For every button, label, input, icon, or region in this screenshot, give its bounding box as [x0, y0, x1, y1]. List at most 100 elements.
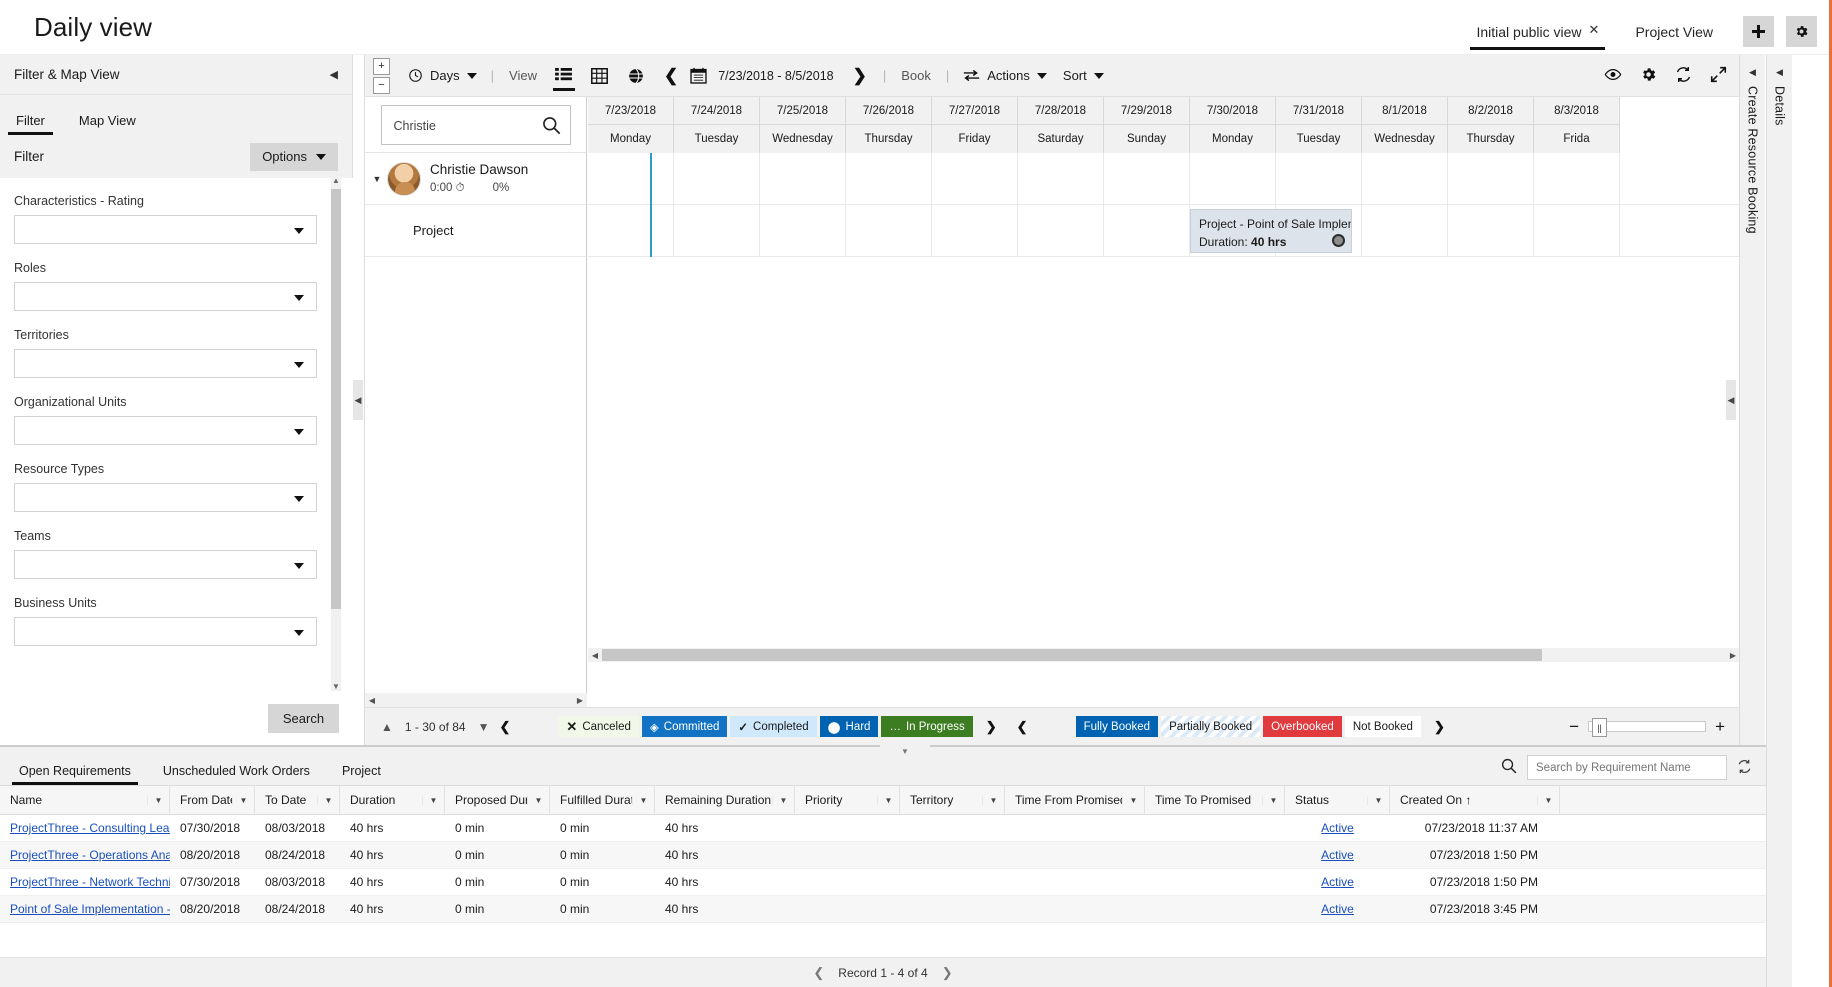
eye-icon[interactable] — [1604, 68, 1622, 84]
status-badge[interactable]: Active — [1321, 848, 1354, 862]
column-header-status[interactable]: Status▼ — [1285, 786, 1390, 814]
column-header-territory[interactable]: Territory▼ — [900, 786, 1005, 814]
status-badge[interactable]: Active — [1321, 875, 1354, 889]
timeline-cell[interactable] — [1362, 205, 1448, 256]
create-resource-booking-rail[interactable]: ◀ Create Resource Booking — [1739, 55, 1765, 745]
search-icon[interactable] — [542, 116, 561, 138]
zoom-out-icon[interactable]: − — [1569, 718, 1579, 735]
previous-period-button[interactable]: ❮ — [654, 66, 688, 86]
tab-unscheduled-work-orders[interactable]: Unscheduled Work Orders — [160, 764, 313, 785]
resource-horizontal-scrollbar[interactable]: ◀ ▶ — [365, 693, 587, 707]
booking-card[interactable]: Project - Point of Sale Implemen Duratio… — [1190, 209, 1352, 253]
column-header-duration[interactable]: Duration▼ — [340, 786, 445, 814]
view-tab-project-view[interactable]: Project View — [1629, 24, 1719, 50]
legend-overbooked[interactable]: Overbooked — [1263, 716, 1342, 737]
sort-button[interactable]: Sort — [1055, 55, 1112, 97]
expand-left-icon[interactable]: ◀ — [1776, 67, 1783, 78]
legend-partially-booked[interactable]: Partially Booked — [1161, 716, 1260, 737]
requirement-name-link[interactable]: Point of Sale Implementation - O... — [10, 902, 170, 916]
column-filter-icon[interactable]: ▼ — [527, 796, 549, 805]
requirement-search-input[interactable] — [1527, 755, 1727, 780]
time-scale-selector[interactable]: Days — [400, 55, 485, 97]
scroll-right-icon[interactable]: ▶ — [1726, 651, 1739, 660]
status-badge[interactable]: Active — [1321, 821, 1354, 835]
collapse-filter-panel-handle[interactable]: ◀ — [353, 380, 363, 420]
zoom-slider[interactable]: − || + — [1569, 718, 1739, 735]
scroll-right-icon[interactable]: ▶ — [573, 696, 587, 705]
column-filter-icon[interactable]: ▼ — [877, 796, 899, 805]
timeline-cell[interactable] — [1018, 205, 1104, 256]
zoom-slider-track[interactable]: || — [1588, 721, 1706, 732]
tab-project[interactable]: Project — [339, 764, 384, 785]
settings-button[interactable] — [1786, 16, 1817, 47]
column-filter-icon[interactable]: ▼ — [147, 796, 169, 805]
column-header-priority[interactable]: Priority▼ — [795, 786, 900, 814]
column-filter-icon[interactable]: ▼ — [1122, 796, 1144, 805]
status-badge[interactable]: Active — [1321, 902, 1354, 916]
tab-map-view[interactable]: Map View — [75, 113, 140, 135]
collapse-left-icon[interactable]: ◀ — [330, 68, 338, 81]
timeline-cell[interactable] — [1276, 153, 1362, 204]
column-filter-icon[interactable]: ▼ — [982, 796, 1004, 805]
view-map-button[interactable] — [618, 55, 654, 97]
view-tab-initial-public-view[interactable]: Initial public view✕ — [1470, 22, 1605, 50]
scroll-left-icon[interactable]: ◀ — [588, 651, 602, 660]
resource-search-input[interactable] — [392, 118, 532, 134]
view-grid-button[interactable] — [582, 55, 618, 97]
scroll-left-icon[interactable]: ◀ — [365, 696, 379, 705]
requirement-name-link[interactable]: ProjectThree - Consulting Lead — [10, 821, 170, 835]
resource-row-christie-dawson[interactable]: ▼ Christie Dawson 0:00 ⏱ 0% — [365, 153, 586, 205]
column-header-time-to-promised[interactable]: Time To Promised▼ — [1145, 786, 1285, 814]
timeline-cell[interactable] — [932, 205, 1018, 256]
filter-panel-scrollbar[interactable]: ▲ ▼ — [331, 175, 341, 693]
table-row[interactable]: ProjectThree - Consulting Lead 07/30/201… — [0, 815, 1766, 842]
timeline-cell[interactable] — [1018, 153, 1104, 204]
timeline-cell[interactable] — [760, 153, 846, 204]
timeline-horizontal-scrollbar[interactable]: ◀ ▶ — [588, 648, 1739, 662]
scrollbar-thumb[interactable] — [331, 189, 341, 609]
actions-button[interactable]: Actions — [955, 55, 1055, 97]
timeline-cell[interactable] — [588, 153, 674, 204]
timeline-row[interactable] — [588, 205, 1739, 257]
refresh-icon[interactable] — [1675, 66, 1692, 86]
close-icon[interactable]: ✕ — [1589, 22, 1600, 37]
legend-fully-booked[interactable]: Fully Booked — [1076, 716, 1158, 737]
column-filter-icon[interactable]: ▼ — [1262, 796, 1284, 805]
next-record-button[interactable]: ❯ — [942, 965, 953, 981]
legend-canceled[interactable]: ✕ Canceled — [558, 716, 639, 737]
organizational-units-select[interactable] — [14, 416, 317, 445]
resource-search-box[interactable] — [381, 105, 571, 145]
zoom-in-icon[interactable]: + — [1715, 718, 1725, 735]
table-row[interactable]: Point of Sale Implementation - O... 08/2… — [0, 896, 1766, 923]
timeline-cell[interactable] — [1534, 205, 1620, 256]
zoom-in-button[interactable]: + — [373, 58, 390, 75]
zoom-slider-thumb[interactable]: || — [1592, 718, 1607, 737]
column-filter-icon[interactable]: ▼ — [422, 796, 444, 805]
column-header-to-date[interactable]: To Date▼ — [255, 786, 340, 814]
expander-icon[interactable]: ▼ — [369, 174, 385, 184]
status-legend-next[interactable]: ❯ — [976, 719, 1007, 735]
resource-types-select[interactable] — [14, 483, 317, 512]
timeline-cell[interactable] — [1448, 205, 1534, 256]
search-icon[interactable] — [1501, 758, 1517, 777]
column-filter-icon[interactable]: ▼ — [632, 796, 654, 805]
business-units-select[interactable] — [14, 617, 317, 646]
table-row[interactable]: ProjectThree - Operations Analyst 08/20/… — [0, 842, 1766, 869]
legend-not-booked[interactable]: Not Booked — [1345, 716, 1421, 737]
timeline-cell[interactable] — [1534, 153, 1620, 204]
tab-open-requirements[interactable]: Open Requirements — [16, 764, 134, 785]
timeline-row[interactable] — [588, 153, 1739, 205]
gear-icon[interactable] — [1640, 66, 1657, 86]
status-legend-prev[interactable]: ❮ — [490, 719, 521, 735]
timeline-cell[interactable] — [1104, 205, 1190, 256]
calendar-picker-button[interactable] — [688, 67, 709, 84]
legend-completed[interactable]: ✓ Completed — [730, 716, 816, 737]
territories-select[interactable] — [14, 349, 317, 378]
add-view-button[interactable] — [1743, 16, 1774, 47]
view-list-button[interactable] — [546, 55, 582, 97]
previous-record-button[interactable]: ❮ — [813, 965, 824, 981]
timeline-cell[interactable] — [674, 153, 760, 204]
column-filter-icon[interactable]: ▼ — [1367, 796, 1389, 805]
roles-select[interactable] — [14, 282, 317, 311]
expand-left-icon[interactable]: ◀ — [1749, 67, 1756, 78]
